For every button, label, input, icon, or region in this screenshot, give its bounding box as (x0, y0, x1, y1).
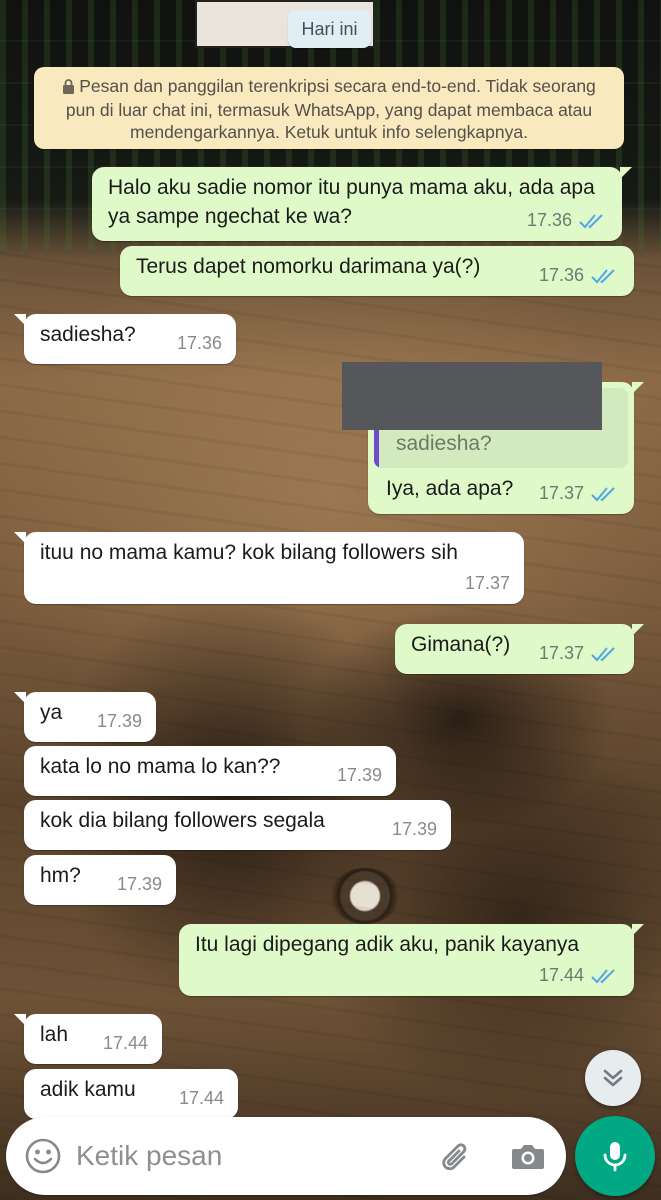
wallpaper-glass (330, 868, 400, 924)
message-meta: 17.36 (527, 206, 608, 235)
message-bubble-incoming[interactable]: kok dia bilang followers segala 17.39 (24, 800, 451, 850)
message-text: Iya, ada apa? (386, 477, 514, 500)
double-check-icon (591, 968, 615, 983)
message-bubble-incoming[interactable]: lah 17.44 (14, 1014, 162, 1064)
double-check-icon (591, 646, 615, 661)
date-divider: Hari ini (288, 10, 371, 48)
message-meta: 17.37 (539, 639, 620, 668)
double-check-icon (591, 486, 615, 501)
message-text: kata lo no mama lo kan?? (40, 755, 281, 778)
message-bubble-outgoing[interactable]: Halo aku sadie nomor itu punya mama aku,… (92, 167, 632, 241)
message-time: 17.44 (538, 965, 584, 985)
message-time: 17.36 (176, 333, 222, 353)
message-meta: 17.39 (392, 815, 437, 844)
message-text: ituu no mama kamu? kok bilang followers … (40, 541, 458, 564)
emoji-icon[interactable] (24, 1137, 62, 1175)
scroll-to-bottom-button[interactable] (585, 1050, 641, 1106)
message-time: 17.37 (538, 483, 584, 503)
date-label: Hari ini (301, 18, 358, 39)
message-composer (6, 1117, 566, 1195)
message-meta: 17.37 (539, 479, 620, 508)
double-check-icon (591, 268, 615, 283)
message-time: 17.37 (538, 643, 584, 663)
message-bubble-outgoing[interactable]: Terus dapet nomorku darimana ya(?) 17.36 (120, 246, 634, 296)
double-check-icon (579, 213, 603, 228)
message-bubble-incoming[interactable]: ya 17.39 (14, 692, 156, 742)
message-meta: 17.36 (539, 261, 620, 290)
message-input[interactable] (76, 1131, 396, 1181)
message-time: 17.36 (526, 210, 572, 230)
encryption-notice-text: Pesan dan panggilan terenkripsi secara e… (65, 76, 596, 142)
camera-icon[interactable] (509, 1137, 547, 1175)
message-time: 17.44 (102, 1033, 148, 1053)
message-bubble-incoming[interactable]: sadiesha? 17.36 (14, 314, 236, 364)
quoted-text: sadiesha? (396, 432, 492, 455)
message-bubble-incoming[interactable]: kata lo no mama lo kan?? 17.39 (24, 746, 396, 796)
message-bubble-incoming[interactable]: ituu no mama kamu? kok bilang followers … (14, 532, 524, 604)
message-time: 17.37 (464, 573, 510, 593)
lock-icon (62, 77, 75, 99)
paperclip-icon[interactable] (436, 1137, 476, 1177)
message-bubble-incoming[interactable]: hm? 17.39 (24, 855, 176, 905)
message-meta: 17.39 (117, 870, 162, 899)
message-bubble-outgoing[interactable]: Gimana(?) 17.37 (395, 624, 644, 674)
message-time: 17.44 (178, 1088, 224, 1108)
message-time: 17.36 (538, 265, 584, 285)
message-text: Halo aku sadie nomor itu punya mama aku,… (108, 176, 595, 228)
message-meta: 17.36 (177, 329, 222, 358)
message-meta: 17.37 (465, 569, 510, 598)
message-bubble-outgoing[interactable]: Itu lagi dipegang adik aku, panik kayany… (179, 924, 644, 996)
redaction-block (342, 362, 602, 430)
message-meta: 17.39 (337, 761, 382, 790)
message-text: kok dia bilang followers segala (40, 809, 325, 832)
message-time: 17.39 (96, 711, 142, 731)
message-meta: 17.44 (103, 1029, 148, 1058)
message-meta: 17.39 (97, 707, 142, 736)
message-bubble-incoming[interactable]: adik kamu 17.44 (24, 1069, 238, 1119)
message-time: 17.39 (336, 765, 382, 785)
message-time: 17.39 (391, 819, 437, 839)
message-meta: 17.44 (539, 961, 620, 990)
voice-record-button[interactable] (575, 1116, 655, 1196)
message-meta: 17.44 (179, 1084, 224, 1113)
encryption-notice[interactable]: Pesan dan panggilan terenkripsi secara e… (34, 67, 624, 149)
message-time: 17.39 (116, 874, 162, 894)
message-text: Itu lagi dipegang adik aku, panik kayany… (195, 933, 580, 956)
double-chevron-down-icon (603, 1069, 623, 1087)
microphone-icon (603, 1142, 627, 1172)
